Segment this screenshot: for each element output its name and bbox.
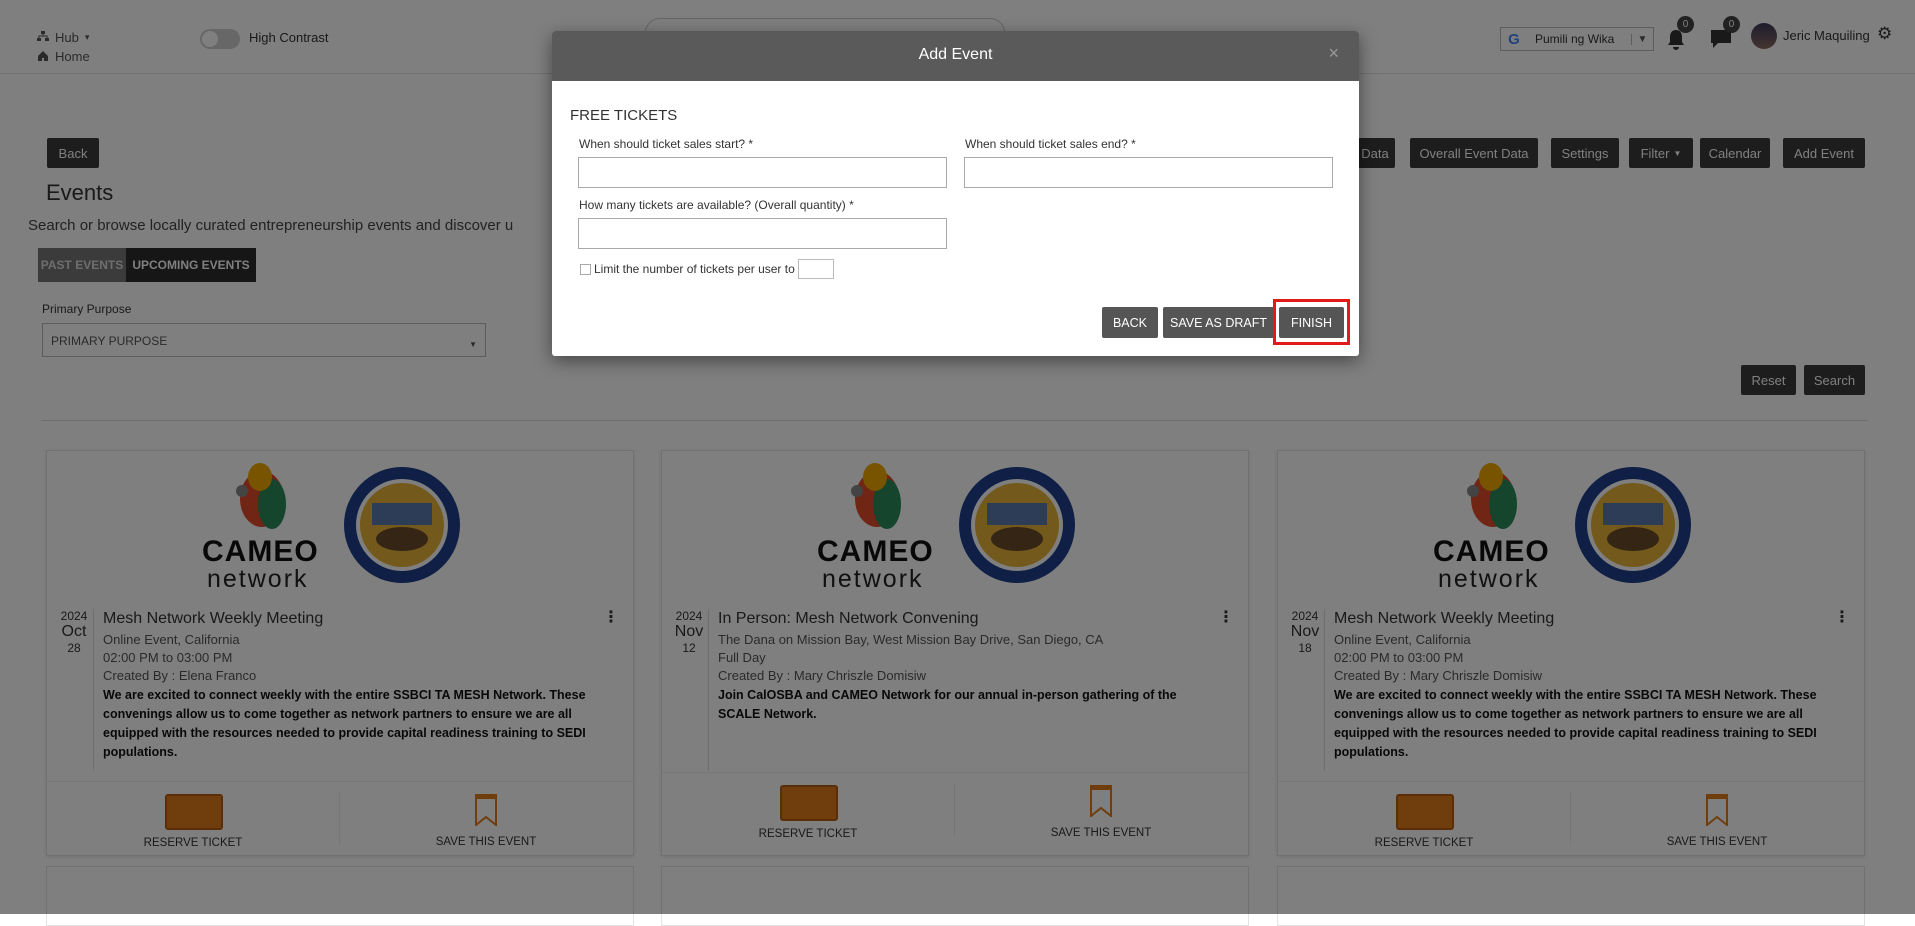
limit-row: Limit the number of tickets per user to	[580, 259, 834, 279]
sales-end-label: When should ticket sales end? *	[965, 137, 1136, 151]
quantity-input[interactable]	[578, 218, 947, 249]
modal-title: Add Event	[918, 46, 993, 63]
close-icon[interactable]: ×	[1328, 43, 1339, 64]
limit-checkbox[interactable]	[580, 263, 591, 275]
sales-start-label: When should ticket sales start? *	[579, 137, 754, 151]
limit-label: Limit the number of tickets per user to	[594, 262, 795, 276]
modal-back-button[interactable]: BACK	[1102, 307, 1158, 338]
limit-input[interactable]	[797, 259, 834, 279]
finish-highlight-box	[1273, 299, 1350, 345]
modal-header: Add Event ×	[552, 31, 1359, 81]
add-event-modal: Add Event × FREE TICKETS When should tic…	[552, 31, 1359, 356]
save-as-draft-button[interactable]: SAVE AS DRAFT	[1163, 307, 1274, 338]
sales-end-input[interactable]	[964, 157, 1333, 188]
section-title: FREE TICKETS	[570, 107, 678, 124]
quantity-label: How many tickets are available? (Overall…	[579, 198, 854, 212]
sales-start-input[interactable]	[578, 157, 947, 188]
